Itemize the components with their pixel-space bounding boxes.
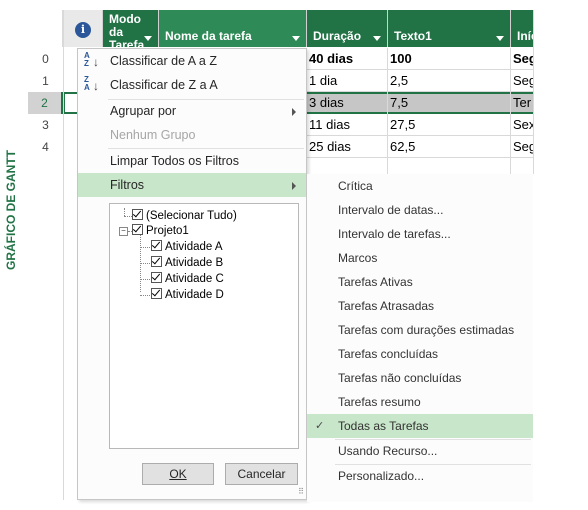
- checkbox-checked-icon[interactable]: [132, 224, 143, 235]
- tree-item-label: Atividade C: [165, 273, 224, 285]
- start-header[interactable]: Iníc: [511, 10, 533, 47]
- cancel-button[interactable]: Cancelar: [225, 463, 298, 485]
- grid-line: [533, 10, 534, 174]
- task-mode-header-line3: Tarefa: [109, 38, 145, 48]
- checkbox-checked-icon[interactable]: [151, 272, 162, 283]
- filter-tree[interactable]: (Selecionar Tudo) − Projeto1 Atividade A…: [109, 203, 299, 449]
- sort-az-icon: AZ: [84, 51, 90, 68]
- text1-cell[interactable]: 7,5: [388, 92, 511, 114]
- tree-item-label: Atividade A: [165, 241, 223, 253]
- filter-item-incomplete-tasks[interactable]: Tarefas não concluídas: [307, 366, 533, 390]
- checkbox-checked-icon[interactable]: [151, 256, 162, 267]
- start-cell[interactable]: Ter: [511, 92, 533, 114]
- filter-item-summary-tasks[interactable]: Tarefas resumo: [307, 390, 533, 414]
- filter-item-custom[interactable]: Personalizado...: [307, 464, 533, 488]
- grid-line: [63, 10, 64, 500]
- task-name-header[interactable]: Nome da tarefa: [159, 10, 307, 47]
- filters-label: Filtros: [110, 178, 145, 192]
- no-group-item: Nenhum Grupo: [78, 123, 306, 147]
- tree-item-activity[interactable]: Atividade A: [151, 239, 223, 255]
- submenu-arrow-icon: [292, 182, 296, 190]
- row-number[interactable]: 4: [28, 136, 63, 158]
- dropdown-arrow-icon[interactable]: [496, 36, 504, 41]
- checkbox-checked-icon[interactable]: [151, 288, 162, 299]
- tree-item-select-all[interactable]: (Selecionar Tudo): [132, 208, 237, 224]
- filter-item-late-tasks[interactable]: Tarefas Atrasadas: [307, 294, 533, 318]
- group-by-item[interactable]: Agrupar por: [78, 99, 306, 123]
- clear-filters-label: Limpar Todos os Filtros: [110, 154, 239, 168]
- text1-cell[interactable]: 62,5: [388, 136, 511, 158]
- duration-header-label: Duração: [313, 29, 362, 43]
- checkbox-checked-icon[interactable]: [151, 240, 162, 251]
- duration-cell[interactable]: 25 dias: [307, 136, 388, 158]
- text1-cell[interactable]: 2,5: [388, 70, 511, 92]
- filter-item-all-tasks-label: Todas as Tarefas: [338, 419, 429, 433]
- text1-cell[interactable]: 27,5: [388, 114, 511, 136]
- no-group-label: Nenhum Grupo: [110, 128, 196, 142]
- checkbox-checked-icon[interactable]: [132, 209, 143, 220]
- duration-cell[interactable]: 40 dias: [307, 48, 388, 70]
- sort-arrow-down-icon: ↓: [93, 79, 99, 93]
- duration-cell[interactable]: 11 dias: [307, 114, 388, 136]
- text1-cell[interactable]: 100: [388, 48, 511, 70]
- sort-za-label: Classificar de Z a A: [110, 78, 218, 92]
- filter-item-completed-tasks[interactable]: Tarefas concluídas: [307, 342, 533, 366]
- gantt-view-label: GRÁFICO DE GANTT: [4, 150, 18, 270]
- tree-item-label: Atividade D: [165, 289, 224, 301]
- duration-cell[interactable]: 1 dia: [307, 70, 388, 92]
- column-filter-menu: AZ ↓ Classificar de A a Z ZA ↓ Classific…: [77, 48, 307, 500]
- indicators-header[interactable]: i: [63, 10, 103, 47]
- collapse-icon[interactable]: −: [119, 227, 128, 236]
- tree-item-label: Projeto1: [146, 225, 189, 237]
- grid-line: [510, 158, 511, 174]
- sort-za-item[interactable]: ZA ↓ Classificar de Z a A: [78, 73, 306, 97]
- row-number-selected[interactable]: 2: [28, 92, 63, 114]
- sort-za-icon: ZA: [84, 75, 90, 92]
- row-number-header: [28, 10, 63, 47]
- filters-submenu: Crítica Intervalo de datas... Intervalo …: [307, 174, 533, 502]
- start-cell[interactable]: Seg: [511, 70, 533, 92]
- dropdown-arrow-icon[interactable]: [144, 36, 152, 41]
- sort-az-label: Classificar de A a Z: [110, 54, 217, 68]
- dropdown-arrow-icon[interactable]: [373, 36, 381, 41]
- filter-item-critical[interactable]: Crítica: [307, 174, 533, 198]
- task-name-header-label: Nome da tarefa: [165, 29, 252, 43]
- sort-az-item[interactable]: AZ ↓ Classificar de A a Z: [78, 49, 306, 73]
- filter-item-date-range[interactable]: Intervalo de datas...: [307, 198, 533, 222]
- row-number[interactable]: 3: [28, 114, 63, 136]
- filter-item-active-tasks[interactable]: Tarefas Ativas: [307, 270, 533, 294]
- start-header-label: Iníc: [517, 29, 533, 43]
- ok-button[interactable]: OK: [142, 463, 214, 485]
- start-cell[interactable]: Seg: [511, 48, 533, 70]
- filter-item-task-range[interactable]: Intervalo de tarefas...: [307, 222, 533, 246]
- tree-item-activity[interactable]: Atividade C: [151, 271, 224, 287]
- submenu-arrow-icon: [292, 108, 296, 116]
- tree-item-label: (Selecionar Tudo): [146, 210, 237, 222]
- row-number[interactable]: 0: [28, 48, 63, 70]
- filter-item-estimated-durations[interactable]: Tarefas com durações estimadas: [307, 318, 533, 342]
- sort-arrow-down-icon: ↓: [93, 55, 99, 69]
- resize-grip-icon[interactable]: ⠿: [298, 487, 304, 496]
- grid-line: [387, 158, 388, 174]
- text1-header-label: Texto1: [394, 29, 432, 43]
- filters-item[interactable]: Filtros: [78, 173, 306, 197]
- start-cell[interactable]: Sex: [511, 114, 533, 136]
- dropdown-arrow-icon[interactable]: [292, 36, 300, 41]
- checkmark-icon: ✓: [315, 420, 325, 432]
- row-number[interactable]: 1: [28, 70, 63, 92]
- filter-item-all-tasks[interactable]: ✓ Todas as Tarefas: [307, 414, 533, 438]
- group-by-label: Agrupar por: [110, 104, 177, 118]
- info-icon: i: [75, 22, 91, 38]
- tree-item-activity[interactable]: Atividade B: [151, 255, 223, 271]
- task-mode-header[interactable]: Modo da Tarefa: [103, 10, 159, 47]
- text1-header[interactable]: Texto1: [388, 10, 511, 47]
- filter-item-using-resource[interactable]: Usando Recurso...: [307, 439, 533, 463]
- duration-cell[interactable]: 3 dias: [307, 92, 388, 114]
- tree-item-label: Atividade B: [165, 257, 224, 269]
- duration-header[interactable]: Duração: [307, 10, 388, 47]
- tree-item-activity[interactable]: Atividade D: [151, 287, 224, 303]
- clear-filters-item[interactable]: Limpar Todos os Filtros: [78, 149, 306, 173]
- filter-item-milestones[interactable]: Marcos: [307, 246, 533, 270]
- start-cell[interactable]: Seg: [511, 136, 533, 158]
